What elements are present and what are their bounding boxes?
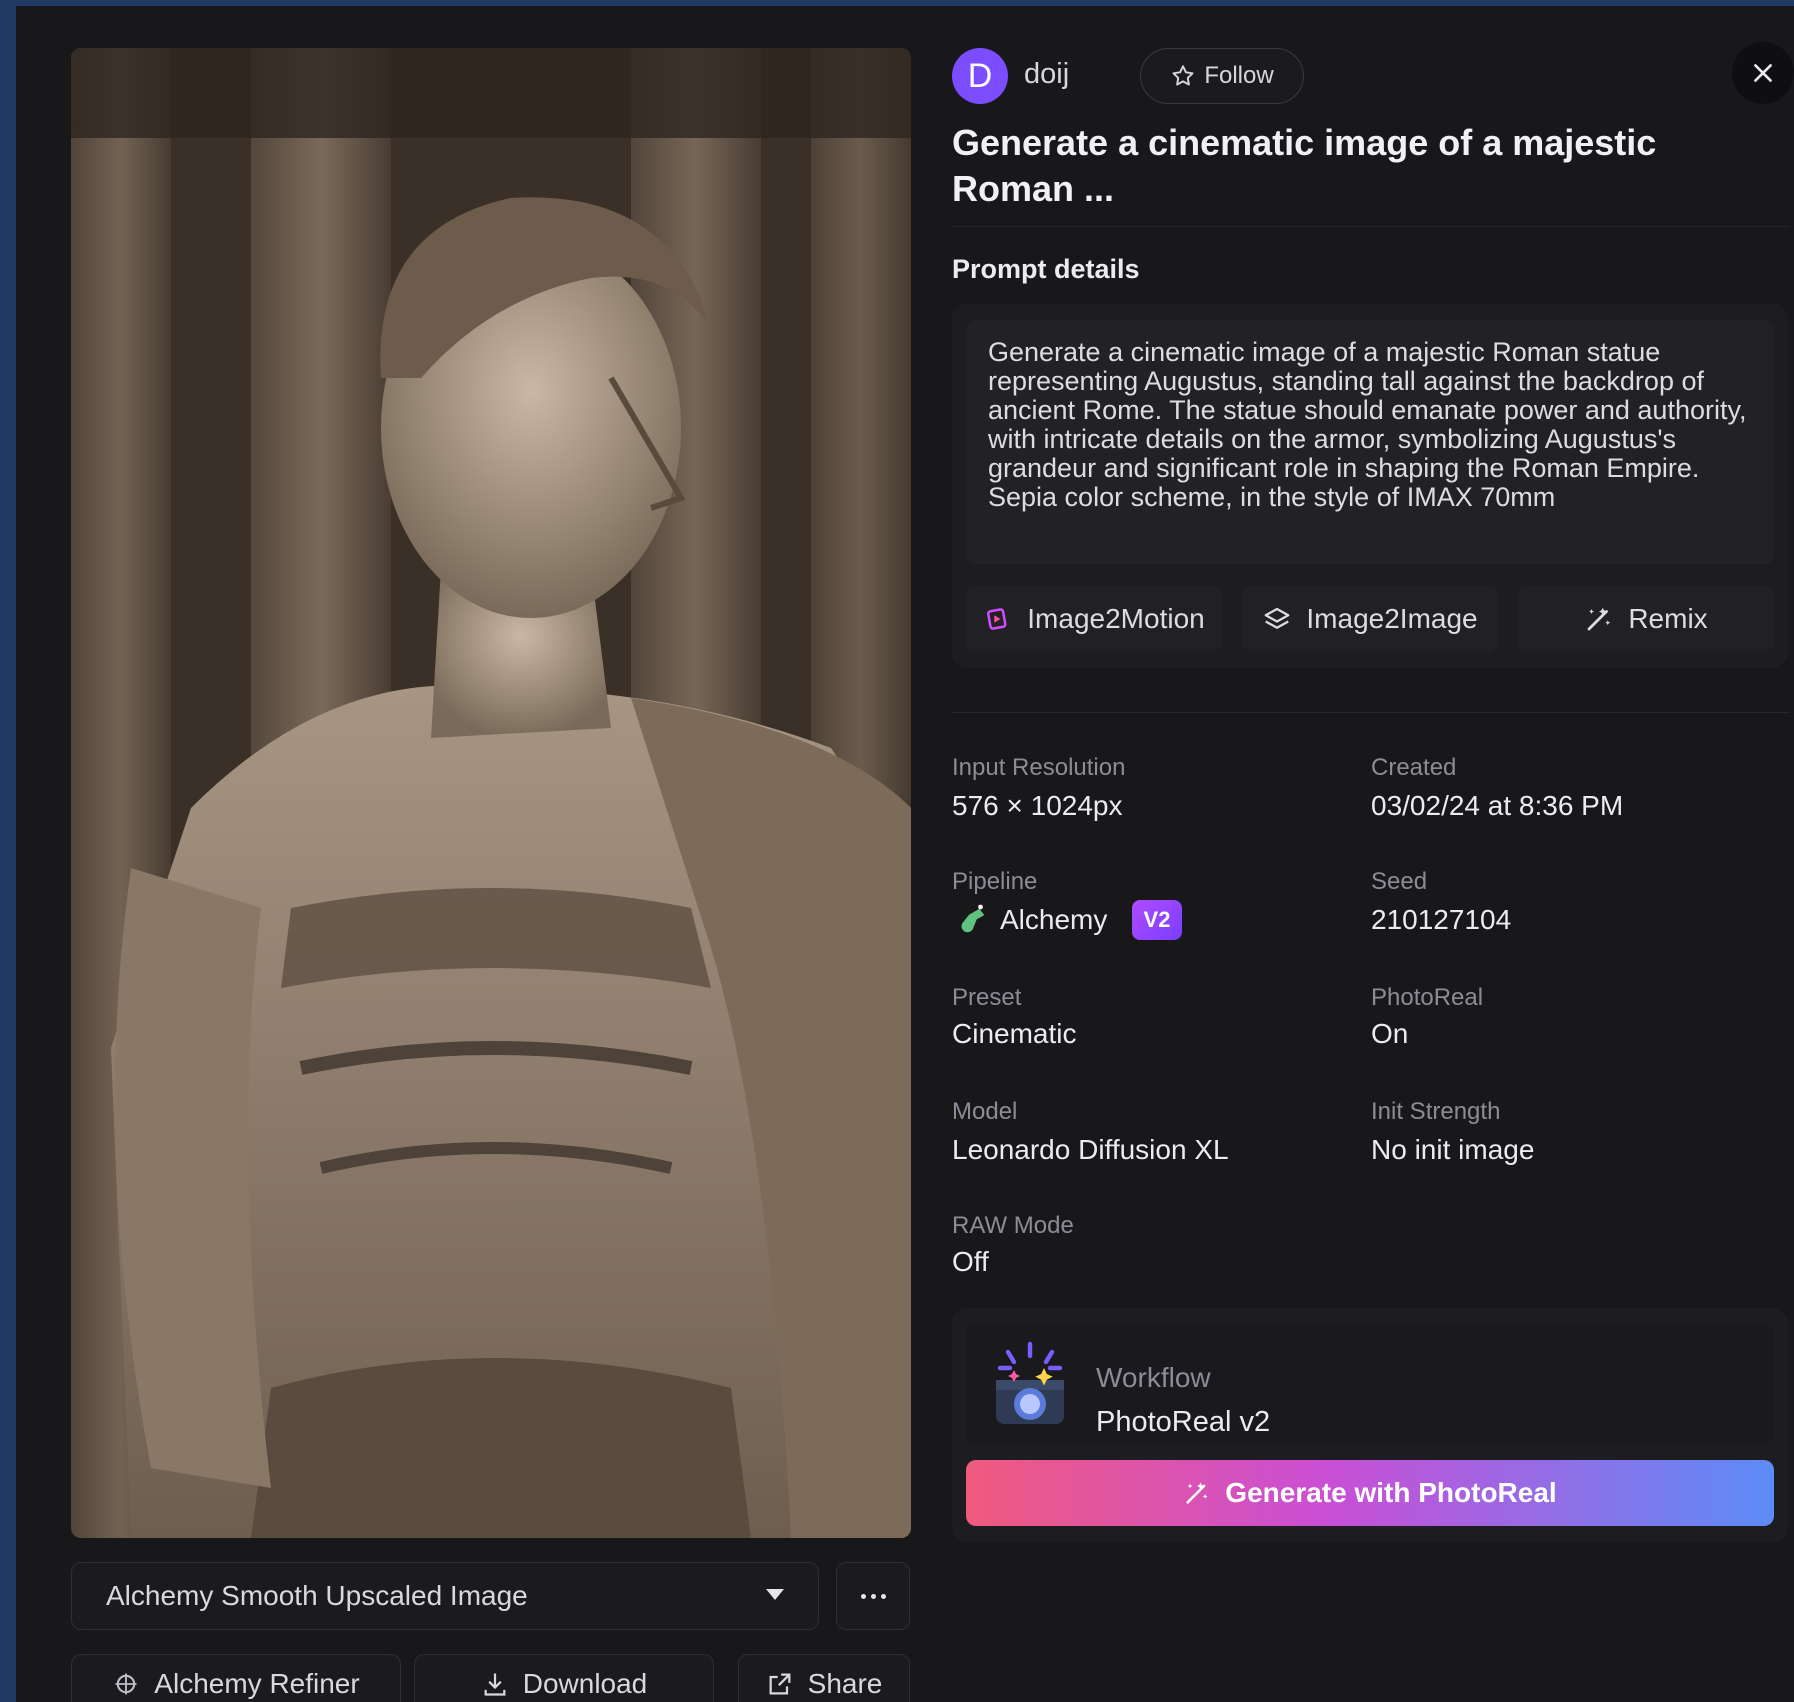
image2image-button[interactable]: Image2Image <box>1242 586 1498 652</box>
magic-wand-icon <box>1186 1482 1208 1504</box>
workflow-label: Workflow <box>1096 1362 1211 1393</box>
variant-label: Alchemy Smooth Upscaled Image <box>106 1580 528 1611</box>
follow-button[interactable]: Follow <box>1140 48 1304 104</box>
divider <box>952 226 1790 227</box>
refiner-icon <box>115 1673 137 1695</box>
star-icon <box>1172 65 1194 86</box>
remix-label: Remix <box>1628 603 1708 634</box>
pipeline-value: Alchemy <box>1000 904 1108 935</box>
download-button[interactable]: Download <box>414 1654 714 1702</box>
share-button[interactable]: Share <box>738 1654 910 1702</box>
image2image-label: Image2Image <box>1306 603 1478 634</box>
workflow-value: PhotoReal v2 <box>1096 1406 1271 1438</box>
close-button[interactable] <box>1732 42 1794 104</box>
raw-mode-value: Off <box>952 1246 989 1277</box>
layers-icon <box>1265 607 1290 629</box>
alchemy-refiner-button[interactable]: Alchemy Refiner <box>71 1654 401 1702</box>
generated-image[interactable] <box>71 48 911 1538</box>
close-icon <box>1754 64 1772 82</box>
seed-label: Seed <box>1371 868 1428 895</box>
image2motion-icon <box>987 608 1007 630</box>
avatar[interactable]: D <box>952 48 1008 104</box>
username[interactable]: doij <box>1024 58 1069 91</box>
remix-button[interactable]: Remix <box>1518 586 1774 652</box>
image2motion-label: Image2Motion <box>1027 603 1205 634</box>
page-title: Generate a cinematic image of a majestic… <box>952 122 1657 209</box>
camera-sparkle-icon <box>996 1341 1064 1424</box>
prompt-details-heading: Prompt details <box>952 254 1140 284</box>
model-label: Model <box>952 1098 1018 1125</box>
prompt-text[interactable]: Generate a cinematic image of a majestic… <box>966 320 1774 564</box>
photoreal-value: On <box>1371 1018 1409 1049</box>
refiner-label: Alchemy Refiner <box>154 1668 360 1699</box>
pipeline-version-badge: V2 <box>1132 900 1182 940</box>
workflow-info: Workflow PhotoReal v2 <box>966 1324 1774 1444</box>
share-icon <box>769 1673 791 1695</box>
workflow-card: Workflow PhotoReal v2 Generate with Phot… <box>952 1308 1788 1542</box>
magic-wand-icon <box>1587 607 1611 631</box>
photoreal-label: PhotoReal <box>1371 984 1484 1011</box>
image2motion-button[interactable]: Image2Motion <box>966 586 1222 652</box>
preset-value: Cinematic <box>952 1018 1077 1049</box>
generate-label: Generate with PhotoReal <box>1225 1477 1557 1508</box>
preset-label: Preset <box>952 984 1022 1011</box>
more-icon <box>860 1593 886 1599</box>
pipeline-label: Pipeline <box>952 868 1038 895</box>
download-label: Download <box>522 1668 648 1699</box>
image-detail-modal: Alchemy Smooth Upscaled Image Alchemy Re… <box>16 6 1794 1702</box>
dropdown-caret-icon <box>766 1589 784 1600</box>
input-resolution-label: Input Resolution <box>952 754 1126 781</box>
model-value: Leonardo Diffusion XL <box>952 1134 1229 1165</box>
input-resolution-value: 576 × 1024px <box>952 790 1123 821</box>
prompt-card: Generate a cinematic image of a majestic… <box>952 304 1788 668</box>
raw-mode-label: RAW Mode <box>952 1212 1074 1239</box>
init-strength-label: Init Strength <box>1371 1098 1501 1125</box>
generate-button[interactable]: Generate with PhotoReal <box>966 1460 1774 1526</box>
created-value: 03/02/24 at 8:36 PM <box>1371 790 1624 821</box>
divider <box>952 712 1790 713</box>
share-label: Share <box>807 1668 883 1699</box>
seed-value[interactable]: 210127104 <box>1371 904 1511 936</box>
download-icon <box>484 1673 506 1696</box>
created-label: Created <box>1371 754 1457 781</box>
more-options-button[interactable] <box>836 1562 910 1630</box>
alchemy-flask-icon <box>961 904 985 933</box>
init-strength-value: No init image <box>1371 1134 1535 1165</box>
image-variant-select[interactable]: Alchemy Smooth Upscaled Image <box>71 1562 819 1630</box>
follow-label: Follow <box>1204 62 1274 89</box>
